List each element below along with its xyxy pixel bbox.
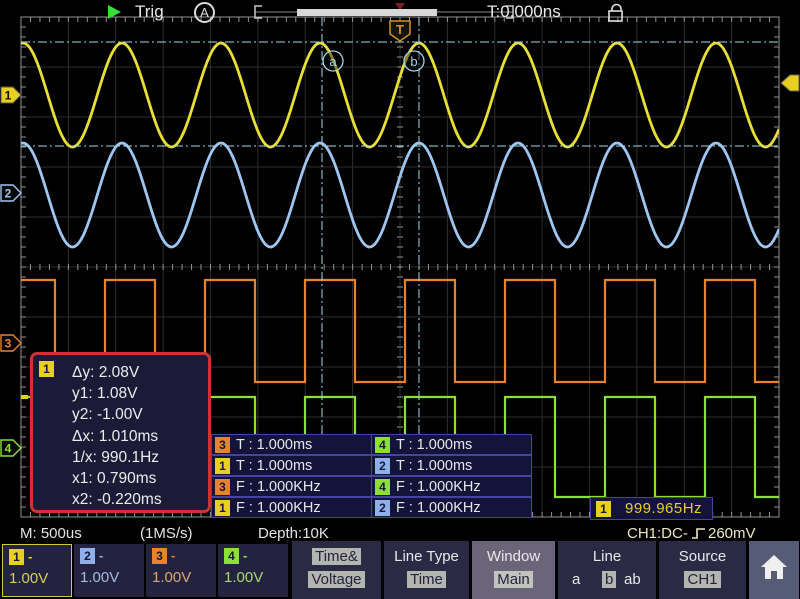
popup-delta-x: Δx: 1.010ms xyxy=(72,426,208,447)
table-cell: 4T : 1.000ms xyxy=(371,434,532,455)
popup-delta-y: Δy: 2.08V xyxy=(72,362,208,383)
popup-y1: y1: 1.08V xyxy=(72,383,208,404)
source-button[interactable]: Source CH1 xyxy=(659,541,746,599)
cursor-a-label: a xyxy=(329,54,337,69)
run-state-icon xyxy=(108,5,121,19)
time-voltage-button[interactable]: Time& Voltage xyxy=(292,541,381,599)
channel4-scale-box[interactable]: 4- 1.00V xyxy=(218,544,288,597)
oscilloscope-screen: Trig A T:0.000ns ab1234T 1 Δy: 2.08V y1:… xyxy=(0,0,800,599)
ch1-ref-tick xyxy=(21,395,28,399)
channel-badge: 1 xyxy=(596,501,611,517)
trigger-source-readout: CH1:DC- xyxy=(627,525,688,542)
popup-y2: y2: -1.00V xyxy=(72,404,208,425)
table-cell: 3T : 1.000ms xyxy=(211,434,372,455)
svg-text:1: 1 xyxy=(5,89,12,103)
freq-counter-value: 999.965Hz xyxy=(625,500,702,517)
svg-text:2: 2 xyxy=(5,187,12,201)
table-cell: 2F : 1.000KHz xyxy=(371,497,532,518)
auto-trigger-icon: A xyxy=(194,2,215,23)
depth-readout: Depth:10K xyxy=(258,525,329,542)
window-button[interactable]: Window Main xyxy=(472,541,555,599)
line-option-a[interactable]: a xyxy=(572,571,580,588)
channel2-volts: 1.00V xyxy=(80,569,144,586)
cursor-b-label: b xyxy=(410,54,417,69)
timebase-readout: M: 500us xyxy=(20,525,82,542)
svg-text:T: T xyxy=(396,22,404,37)
line-button[interactable]: Line a b ab xyxy=(558,541,656,599)
rising-edge-icon xyxy=(691,527,706,540)
cursor-measure-popup: 1 Δy: 2.08V y1: 1.08V y2: -1.00V Δx: 1.0… xyxy=(30,352,211,513)
channel1-scale-box[interactable]: 1- 1.00V xyxy=(2,544,72,597)
channel1-volts: 1.00V xyxy=(9,570,71,587)
bottom-menu-bar: 1- 1.00V 2- 1.00V 3- 1.00V 4- 1.00V Time… xyxy=(0,541,800,599)
trig-label: Trig xyxy=(135,2,164,22)
svg-text:3: 3 xyxy=(5,337,12,351)
freq-counter: 1 999.965Hz xyxy=(590,497,713,520)
channel3-volts: 1.00V xyxy=(152,569,216,586)
table-cell: 2T : 1.000ms xyxy=(371,455,532,476)
popup-1overx: 1/x: 990.1Hz xyxy=(72,447,208,468)
sample-rate-readout: (1MS/s) xyxy=(140,525,193,542)
channel3-scale-box[interactable]: 3- 1.00V xyxy=(146,544,216,597)
table-cell: 3F : 1.000KHz xyxy=(211,476,372,497)
trigger-time-readout: T:0.000ns xyxy=(487,2,561,22)
trigger-level-readout: 260mV xyxy=(708,525,756,542)
table-cell: 4F : 1.000KHz xyxy=(371,476,532,497)
svg-text:4: 4 xyxy=(5,442,12,456)
line-option-b[interactable]: b xyxy=(602,571,616,588)
channel2-scale-box[interactable]: 2- 1.00V xyxy=(74,544,144,597)
line-type-button[interactable]: Line Type Time xyxy=(384,541,469,599)
home-icon xyxy=(760,554,788,580)
channel4-volts: 1.00V xyxy=(224,569,288,586)
channel-badge: 1 xyxy=(39,361,54,377)
table-cell: 1T : 1.000ms xyxy=(211,455,372,476)
popup-x2: x2: -0.220ms xyxy=(72,489,208,510)
popup-x1: x1: 0.790ms xyxy=(72,468,208,489)
table-cell: 1F : 1.000KHz xyxy=(211,497,372,518)
home-button[interactable] xyxy=(749,541,799,599)
line-option-ab[interactable]: ab xyxy=(624,571,641,588)
